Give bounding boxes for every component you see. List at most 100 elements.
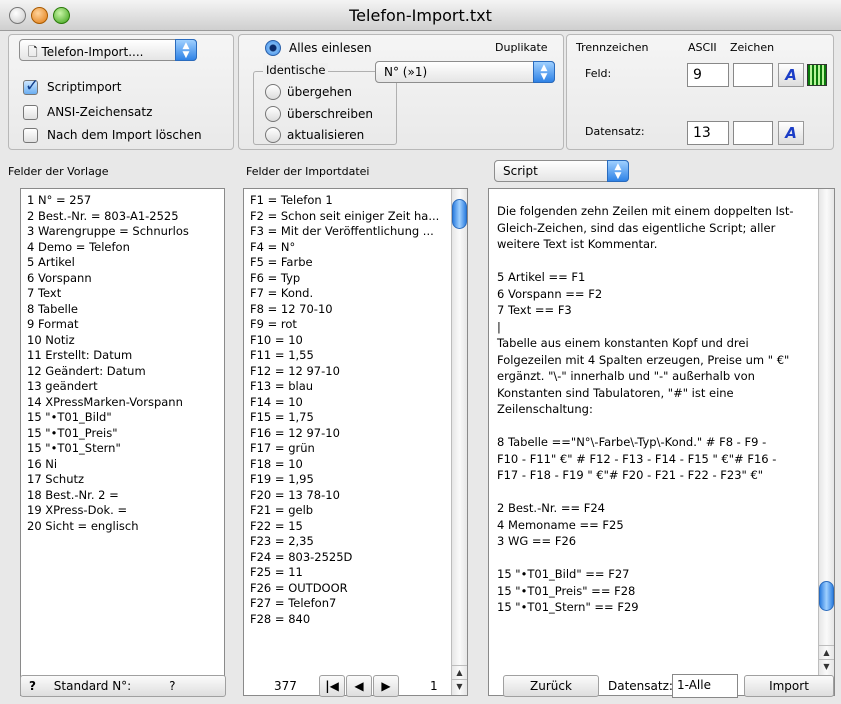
template-field-item[interactable]: 1 N° = 257 (27, 193, 220, 209)
import-field-item[interactable]: F1 = Telefon 1 (250, 193, 449, 209)
template-field-item[interactable]: 9 Format (27, 317, 220, 333)
update-radio[interactable] (265, 127, 281, 143)
identical-field-popup[interactable]: N° (»1) ▲ ▼ (375, 61, 555, 83)
scroll-down-icon[interactable]: ▼ (452, 679, 467, 694)
import-field-item[interactable]: F13 = blau (250, 379, 449, 395)
skip-radio[interactable] (265, 84, 281, 100)
field-ascii-input[interactable]: 9 (687, 63, 729, 87)
template-field-item[interactable]: 13 geändert (27, 379, 220, 395)
template-field-item[interactable]: 16 Ni (27, 457, 220, 473)
import-field-item[interactable]: F5 = Farbe (250, 255, 449, 271)
import-field-item[interactable]: F12 = 12 97-10 (250, 364, 449, 380)
font-a-icon[interactable]: A (778, 121, 804, 145)
import-field-item[interactable]: F20 = 13 78-10 (250, 488, 449, 504)
import-fields-list[interactable]: F1 = Telefon 1 F2 = Schon seit einiger Ze… (243, 188, 468, 696)
template-field-item[interactable]: 15 "•T01_Stern" (27, 441, 220, 457)
import-field-item[interactable]: F8 = 12 70-10 (250, 302, 449, 318)
template-field-item[interactable]: 18 Best.-Nr. 2 = (27, 488, 220, 504)
template-field-item[interactable]: 14 XPressMarken-Vorspann (27, 395, 220, 411)
template-field-item[interactable]: 12 Geändert: Datum (27, 364, 220, 380)
template-field-item[interactable]: 19 XPress-Dok. = (27, 503, 220, 519)
mode-popup[interactable]: Script ▲ ▼ (494, 160, 629, 182)
overwrite-radio[interactable] (265, 106, 281, 122)
import-field-item[interactable]: F23 = 2,35 (250, 534, 449, 550)
scroll-thumb[interactable] (819, 581, 834, 611)
template-field-item[interactable]: 3 Warengruppe = Schnurlos (27, 224, 220, 240)
prev-record-icon[interactable]: ◀ (346, 675, 372, 697)
import-field-item[interactable]: F28 = 840 (250, 612, 449, 628)
import-field-item[interactable]: F19 = 1,95 (250, 472, 449, 488)
ansi-charset-checkbox[interactable] (23, 105, 38, 120)
script-line: Tabelle aus einem konstanten Kopf und dr… (497, 336, 749, 350)
import-field-item[interactable]: F10 = 10 (250, 333, 449, 349)
script-scrollbar[interactable]: ▲ ▼ (818, 189, 834, 695)
script-line (497, 550, 810, 567)
import-field-item[interactable]: F22 = 15 (250, 519, 449, 535)
template-field-item[interactable]: 15 "•T01_Preis" (27, 426, 220, 442)
scriptimport-checkbox[interactable]: ✓ (23, 76, 39, 96)
ansi-charset-label: ANSI-Zeichensatz (47, 105, 153, 119)
delete-after-import-checkbox[interactable] (23, 128, 38, 143)
dataset-input[interactable]: 1-Alle (672, 674, 738, 698)
skip-label: übergehen (287, 85, 352, 99)
title-bar: Telefon-Import.txt (0, 0, 841, 31)
scroll-up-icon[interactable]: ▲ (819, 645, 834, 660)
import-field-item[interactable]: F16 = 12 97-10 (250, 426, 449, 442)
template-field-item[interactable]: 17 Schutz (27, 472, 220, 488)
import-button[interactable]: Import (744, 675, 834, 697)
record-ascii-input[interactable]: 13 (687, 121, 729, 145)
template-field-item[interactable]: 10 Notiz (27, 333, 220, 349)
import-field-item[interactable]: F6 = Typ (250, 271, 449, 287)
font-a-icon[interactable]: A (778, 63, 804, 87)
import-field-item[interactable]: F9 = rot (250, 317, 449, 333)
back-button[interactable]: Zurück (503, 675, 599, 697)
help-icon[interactable]: ? (29, 679, 36, 693)
duplicates-label: Duplikate (495, 41, 548, 54)
read-all-radio[interactable] (265, 40, 281, 56)
template-field-item[interactable]: 11 Erstellt: Datum (27, 348, 220, 364)
import-field-item[interactable]: F27 = Telefon7 (250, 596, 449, 612)
template-field-item[interactable]: 20 Sicht = englisch (27, 519, 220, 535)
template-field-item[interactable]: 15 "•T01_Bild" (27, 410, 220, 426)
import-field-item[interactable]: F21 = gelb (250, 503, 449, 519)
import-field-item[interactable]: F11 = 1,55 (250, 348, 449, 364)
standard-number-button[interactable]: ? Standard N°: ? (20, 675, 226, 697)
next-record-icon[interactable]: ▶ (373, 675, 399, 697)
template-field-item[interactable]: 8 Tabelle (27, 302, 220, 318)
checkmark-icon: ✓ (25, 76, 40, 96)
import-field-item[interactable]: F25 = 11 (250, 565, 449, 581)
first-record-icon[interactable]: |◀ (319, 675, 345, 697)
scroll-thumb[interactable] (452, 199, 467, 229)
import-list-scrollbar[interactable]: ▲ ▼ (451, 189, 467, 695)
record-sep-label: Datensatz: (585, 125, 645, 138)
record-char-input[interactable] (733, 121, 773, 145)
scroll-up-icon[interactable]: ▲ (452, 665, 467, 680)
record-index: 1 (430, 679, 438, 693)
import-field-item[interactable]: F14 = 10 (250, 395, 449, 411)
file-popup[interactable]: 🗋 Telefon-Import.... ▲ ▼ (19, 39, 197, 61)
import-field-item[interactable]: F7 = Kond. (250, 286, 449, 302)
import-field-item[interactable]: F17 = grün (250, 441, 449, 457)
script-line: 5 Artikel == F1 (497, 270, 586, 284)
template-field-item[interactable]: 5 Artikel (27, 255, 220, 271)
template-field-item[interactable]: 7 Text (27, 286, 220, 302)
import-field-item[interactable]: F18 = 10 (250, 457, 449, 473)
template-fields-list[interactable]: 1 N° = 257 2 Best.-Nr. = 803-A1-2525 3 W… (20, 188, 225, 696)
import-field-item[interactable]: F3 = Mit der Veröffentlichung ... (250, 224, 449, 240)
tab-glyph-icon[interactable] (807, 64, 827, 86)
import-field-item[interactable]: F2 = Schon seit einiger Zeit ha... (250, 209, 449, 225)
import-field-item[interactable]: F24 = 803-2525D (250, 550, 449, 566)
field-char-input[interactable] (733, 63, 773, 87)
script-line: Konstanten sind Tabulatoren, "#" ist ein… (497, 385, 734, 400)
field-sep-label: Feld: (585, 67, 612, 80)
import-field-item[interactable]: F15 = 1,75 (250, 410, 449, 426)
popup-arrows-icon: ▲ ▼ (607, 160, 629, 182)
import-field-item[interactable]: F4 = N° (250, 240, 449, 256)
script-editor[interactable]: Die folgenden zehn Zeilen mit einem dopp… (488, 188, 835, 696)
template-field-item[interactable]: 6 Vorspann (27, 271, 220, 287)
import-field-item[interactable]: F26 = OUTDOOR (250, 581, 449, 597)
scroll-down-icon[interactable]: ▼ (819, 659, 834, 674)
script-line: 4 Memoname == F25 (497, 517, 624, 532)
template-field-item[interactable]: 4 Demo = Telefon (27, 240, 220, 256)
template-field-item[interactable]: 2 Best.-Nr. = 803-A1-2525 (27, 209, 220, 225)
